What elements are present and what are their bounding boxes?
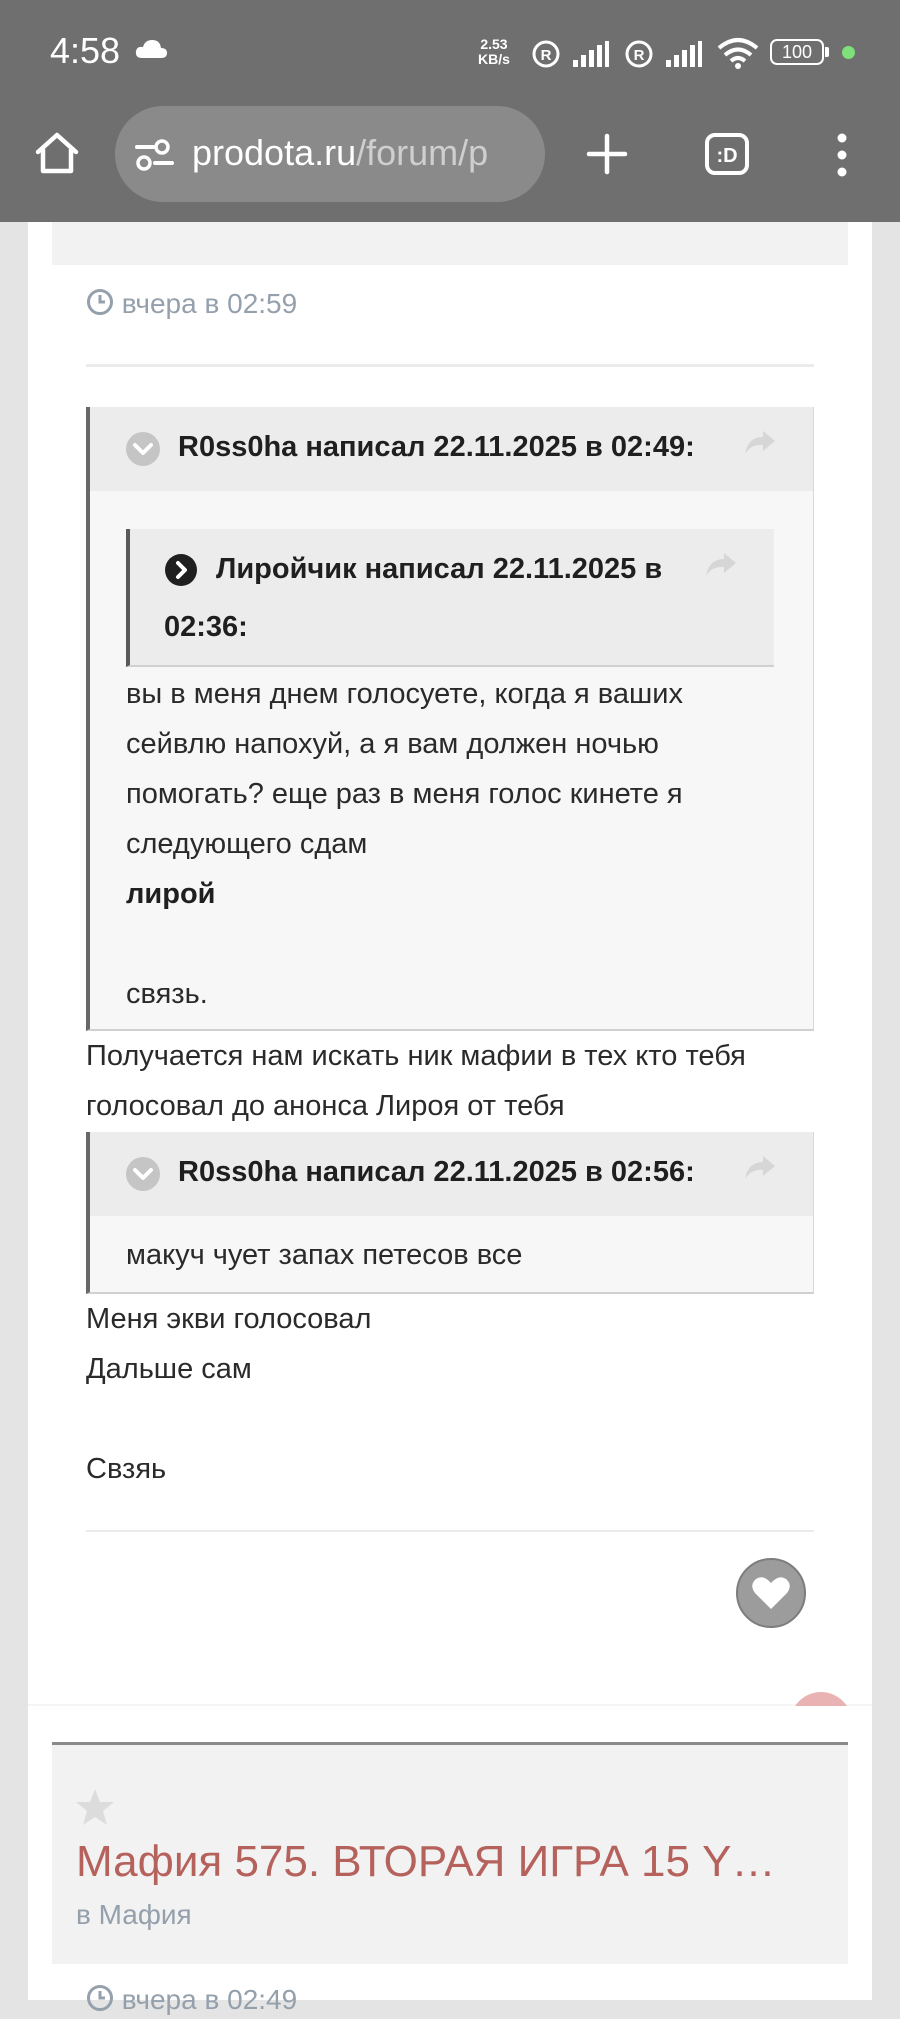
share-arrow-icon[interactable] [743, 1154, 777, 1187]
quote-header: R0ss0ha написал 22.11.2025 в 02:49: [90, 407, 813, 491]
quote-block-rossoha-0256: R0ss0ha написал 22.11.2025 в 02:56: маку… [86, 1132, 814, 1294]
url-text[interactable]: prodota.ru/forum/p [192, 132, 488, 174]
divider [86, 1530, 814, 1532]
signal-icon [572, 40, 610, 73]
like-button[interactable] [736, 1558, 806, 1628]
signal-icon-2 [665, 40, 703, 73]
cloud-icon [134, 38, 168, 65]
nested-quote-liroychik: Лиройчик написал 22.11.2025 в 02:36: [126, 529, 774, 667]
new-tab-icon[interactable] [585, 132, 629, 181]
network-speed-unit: KB/s [478, 51, 510, 67]
url-domain: prodota.ru [192, 132, 357, 173]
url-path: /forum/p [356, 132, 489, 173]
reply-line: голосовал до анонса Лироя от тебя [86, 1090, 565, 1122]
share-arrow-icon[interactable] [743, 429, 777, 462]
network-speed: 2.53 KB/s [478, 37, 510, 67]
svg-text:R: R [541, 47, 552, 64]
clock-icon [86, 288, 114, 323]
battery-level: 100 [781, 42, 813, 62]
reply-line: Получается нам искать ник мафии в тех кт… [86, 1040, 746, 1072]
post-timestamp: вчера в 02:59 [86, 288, 297, 323]
divider [86, 364, 814, 367]
reply-text-2: Меня экви голосовал Дальше сам Свзяь [86, 1294, 371, 1494]
chevron-down-icon[interactable] [126, 1157, 160, 1191]
chevron-right-icon[interactable] [164, 553, 198, 592]
share-arrow-icon[interactable] [704, 551, 738, 584]
home-icon[interactable] [34, 130, 80, 181]
reply-line: Свзяь [86, 1453, 167, 1485]
next-topic-title[interactable]: Мафия 575. ВТОРАЯ ИГРА 15 Y… [76, 1837, 776, 1887]
svg-text:R: R [634, 47, 645, 64]
quote-line: сейвлю напохуй, а я вам должен ночью [126, 728, 659, 760]
nested-quote-author-line2: 02:36: [164, 611, 248, 643]
heart-icon [751, 1575, 791, 1616]
quote-line: следующего сдам [126, 828, 368, 860]
site-settings-icon[interactable] [135, 138, 175, 177]
reply-text-1: Получается нам искать ник мафии в тех кт… [86, 1031, 746, 1131]
next-topic-category[interactable]: в Мафия [76, 1899, 192, 1931]
clock-icon [86, 1984, 114, 2019]
status-bar: 4:58 2.53 KB/s R R 100 [0, 0, 900, 104]
svg-text::D: :D [716, 145, 737, 167]
quote-text: макуч чует запах петесов все [126, 1239, 523, 1271]
network-speed-value: 2.53 [480, 36, 508, 52]
charging-dot [842, 46, 855, 59]
quote-line: вы в меня днем голосуете, когда я ваших [126, 678, 683, 710]
registered-icon: R [531, 39, 561, 74]
address-bar[interactable]: prodota.ru/forum/p [115, 106, 545, 202]
wifi-icon [716, 36, 760, 75]
quote-author: R0ss0ha написал 22.11.2025 в 02:49: [178, 431, 695, 463]
post-timestamp-text: вчера в 02:59 [121, 288, 298, 319]
chevron-down-icon[interactable] [126, 432, 160, 466]
quote-line: помогать? еще раз в меня голос кинете я [126, 778, 683, 810]
more-menu-icon[interactable] [832, 132, 852, 183]
battery-tip [825, 47, 829, 57]
reply-line: Меня экви голосовал [86, 1303, 372, 1335]
quote-block-rossoha-0249: R0ss0ha написал 22.11.2025 в 02:49: Лиро… [86, 407, 814, 1031]
prev-topic-header [52, 222, 848, 265]
battery-icon: 100 [770, 39, 824, 65]
quote-line: связь. [126, 978, 208, 1010]
reply-line: Дальше сам [86, 1353, 252, 1385]
registered-icon-2: R [624, 39, 654, 74]
status-time: 4:58 [50, 30, 121, 71]
next-topic-header[interactable]: Мафия 575. ВТОРАЯ ИГРА 15 Y… в Мафия [52, 1742, 848, 1964]
next-topic-timestamp: вчера в 02:49 [86, 1984, 297, 2019]
browser-toolbar: prodota.ru/forum/p :D [0, 104, 900, 222]
star-icon[interactable] [74, 1787, 116, 1832]
quote-header: R0ss0ha написал 22.11.2025 в 02:56: [90, 1132, 813, 1216]
quote-body: вы в меня днем голосуете, когда я ваших … [126, 669, 683, 1019]
tab-switcher-icon[interactable]: :D [704, 132, 750, 181]
nested-quote-author-line1: Лиройчик написал 22.11.2025 в [216, 553, 663, 585]
quote-bold-word: лирой [126, 878, 216, 910]
quote-author: R0ss0ha написал 22.11.2025 в 02:56: [178, 1156, 695, 1188]
